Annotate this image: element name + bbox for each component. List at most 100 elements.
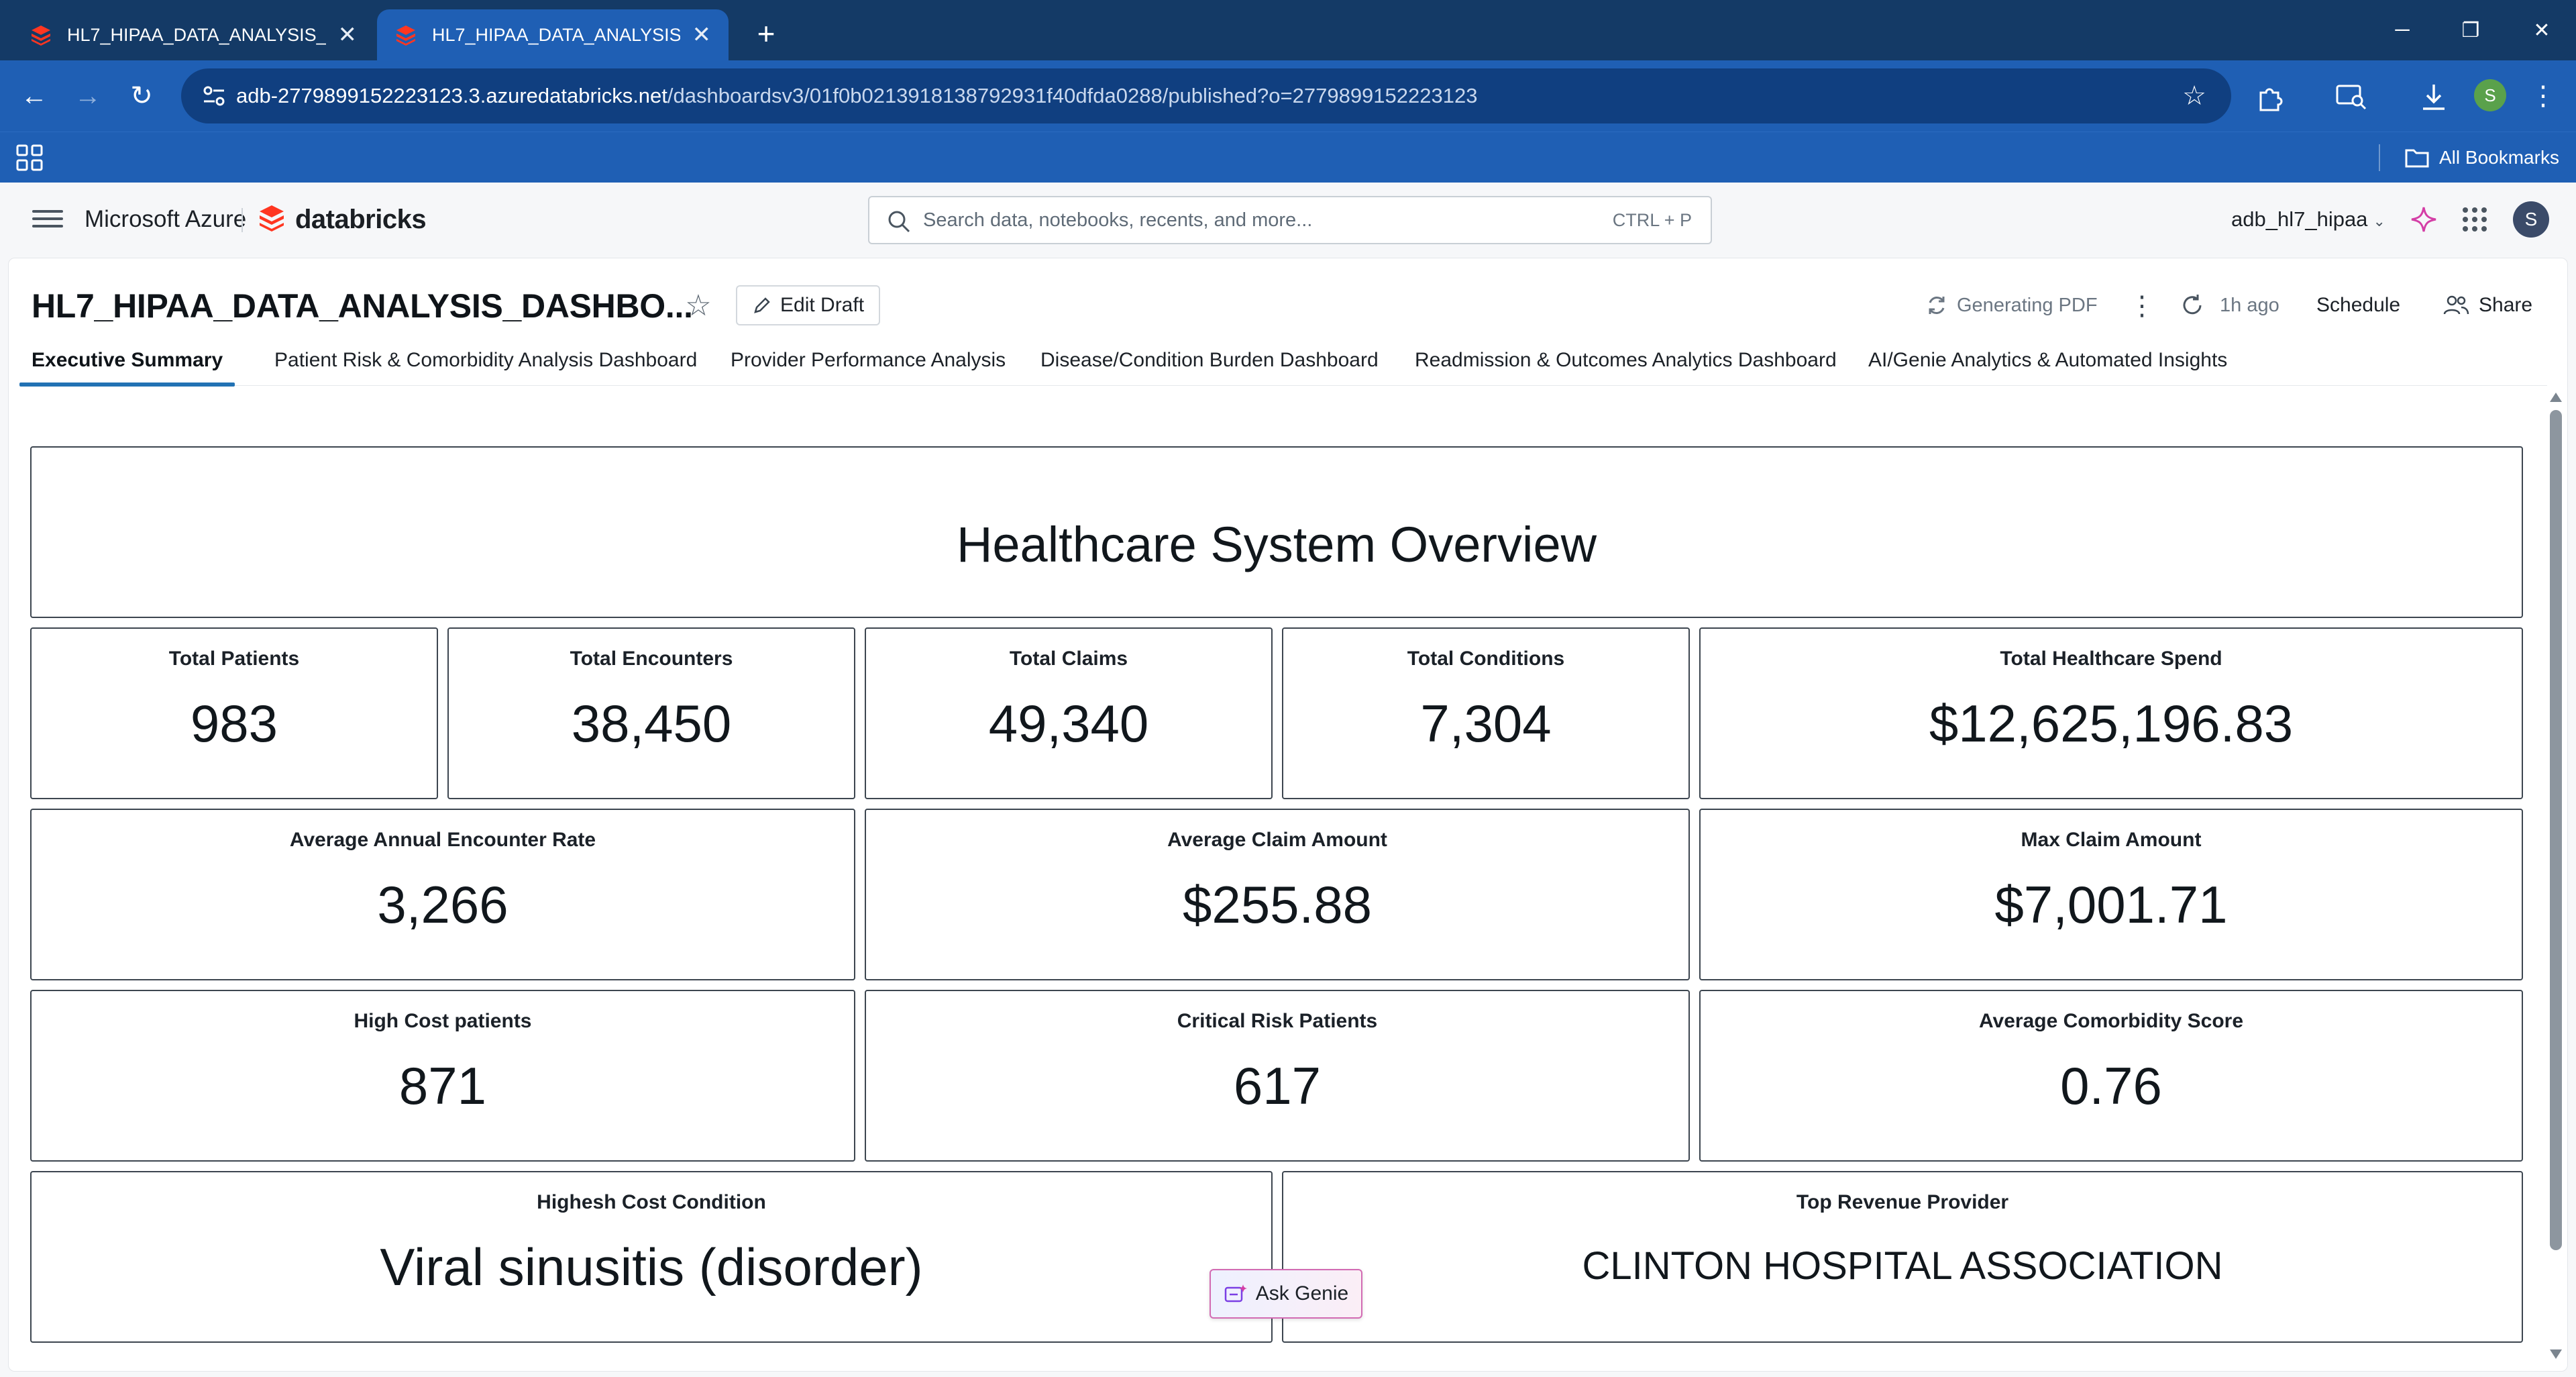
workspace-name: adb_hl7_hipaa [2231,207,2368,231]
kpi-value: 3,266 [377,875,508,934]
more-options-icon[interactable]: ⋮ [2129,287,2155,325]
workspace-switcher[interactable]: adb_hl7_hipaa ⌄ [2231,183,2385,256]
forward-icon[interactable]: → [67,75,109,117]
refresh-icon [2183,295,2202,315]
search-input[interactable] [923,197,1527,243]
restore-icon[interactable]: ❐ [2440,9,2501,51]
product-logo-text[interactable]: databricks [295,183,427,256]
scroll-up-arrow-icon[interactable] [2550,393,2562,402]
new-tab-button[interactable]: + [745,12,788,55]
generating-pdf-status: Generating PDF [1925,285,2098,325]
kpi-top-revenue-provider[interactable]: Top Revenue Provider CLINTON HOSPITAL AS… [1282,1171,2523,1343]
tab-readmission-outcomes[interactable]: Readmission & Outcomes Analytics Dashboa… [1415,342,1837,386]
ask-genie-button[interactable]: Ask Genie [1210,1269,1362,1319]
dashboard-canvas: HL7_HIPAA_DATA_ANALYSIS_DASHBO... ☆ Edit… [8,258,2568,1372]
kpi-value: CLINTON HOSPITAL ASSOCIATION [1582,1244,2223,1288]
kpi-value: 871 [398,1056,487,1115]
apps-launcher-icon[interactable] [2461,205,2489,234]
url-text: adb-2779899152223123.3.azuredatabricks.n… [236,68,1477,123]
site-info-icon[interactable] [199,81,229,111]
kpi-average-claim-amount[interactable]: Average Claim Amount $255.88 [865,809,1690,980]
tab-patient-risk[interactable]: Patient Risk & Comorbidity Analysis Dash… [274,342,697,386]
kpi-value: $7,001.71 [1994,875,2228,934]
kpi-average-annual-encounter-rate[interactable]: Average Annual Encounter Rate 3,266 [30,809,855,980]
kpi-critical-risk-patients[interactable]: Critical Risk Patients 617 [865,990,1690,1162]
kpi-high-cost-patients[interactable]: High Cost patients 871 [30,990,855,1162]
share-label: Share [2479,294,2533,316]
header-divider [241,208,243,232]
browser-tab[interactable]: HL7_HIPAA_DATA_ANALYSIS_DASHBOARD ✕ [12,9,374,60]
search-icon [888,211,910,233]
share-people-icon [2443,295,2469,315]
browser-toolbar: ← → ↻ adb-2779899152223123.3.azuredatabr… [0,60,2576,132]
brand-label[interactable]: Microsoft Azure [85,183,246,256]
apps-grid-icon[interactable] [13,142,46,174]
databricks-logo-icon [260,205,284,232]
scroll-down-arrow-icon[interactable] [2550,1349,2562,1359]
all-bookmarks-button[interactable]: All Bookmarks [2404,132,2559,183]
kpi-highest-cost-condition[interactable]: Highesh Cost Condition Viral sinusitis (… [30,1171,1273,1343]
chevron-down-icon: ⌄ [2373,213,2385,230]
search-shortcut-hint: CTRL + P [1612,210,1692,230]
extensions-icon[interactable] [2254,81,2286,113]
reload-icon[interactable]: ↻ [121,75,162,117]
tab-provider-performance[interactable]: Provider Performance Analysis [731,342,1006,386]
bookmark-star-icon[interactable]: ☆ [2176,78,2212,114]
edit-draft-label: Edit Draft [780,294,865,316]
page-scrollbar[interactable] [2548,393,2563,1359]
url-host: adb-2779899152223123.3.azuredatabricks.n… [236,84,667,107]
address-bar[interactable]: adb-2779899152223123.3.azuredatabricks.n… [181,68,2231,123]
edit-draft-button[interactable]: Edit Draft [736,285,881,325]
refresh-button[interactable]: 1h ago [2180,285,2279,325]
kpi-max-claim-amount[interactable]: Max Claim Amount $7,001.71 [1699,809,2523,980]
scrollbar-thumb[interactable] [2550,410,2562,1250]
close-window-icon[interactable]: ✕ [2512,9,2572,51]
kpi-total-conditions[interactable]: Total Conditions 7,304 [1282,627,1690,799]
kpi-label: Highesh Cost Condition [537,1191,766,1213]
kpi-average-comorbidity-score[interactable]: Average Comorbidity Score 0.76 [1699,990,2523,1162]
overview-title-widget: Healthcare System Overview [30,446,2523,618]
kpi-value: $255.88 [1183,875,1372,934]
kpi-total-patients[interactable]: Total Patients 983 [30,627,438,799]
share-button[interactable]: Share [2443,285,2532,325]
generating-pdf-label: Generating PDF [1957,294,2098,316]
minimize-icon[interactable]: ─ [2372,9,2432,51]
favorite-star-icon[interactable]: ☆ [682,289,714,322]
menu-icon[interactable] [32,205,63,235]
ask-genie-label: Ask Genie [1255,1282,1349,1305]
browser-tab-title: HL7_HIPAA_DATA_ANALYSIS_DASHBOARD [67,24,326,45]
browser-menu-icon[interactable]: ⋮ [2522,75,2564,117]
kpi-value: 49,340 [988,694,1149,753]
kpi-total-encounters[interactable]: Total Encounters 38,450 [447,627,855,799]
kpi-value: 617 [1233,1056,1322,1115]
kpi-total-healthcare-spend[interactable]: Total Healthcare Spend $12,625,196.83 [1699,627,2523,799]
kpi-label: Average Claim Amount [1167,829,1387,851]
tab-ai-genie-analytics[interactable]: AI/Genie Analytics & Automated Insights [1868,342,2227,386]
overview-title: Healthcare System Overview [956,517,1597,572]
cast-search-icon[interactable] [2334,81,2368,113]
back-icon[interactable]: ← [13,75,55,117]
dashboard-title: HL7_HIPAA_DATA_ANALYSIS_DASHBO... [32,287,693,325]
kpi-value: 983 [190,694,278,753]
browser-tab-title: HL7_HIPAA_DATA_ANALYSIS_DASHBOARD [432,24,680,45]
global-search[interactable]: CTRL + P [868,196,1712,244]
close-tab-icon[interactable]: ✕ [338,21,358,48]
kpi-label: Max Claim Amount [2021,829,2202,851]
bookmarks-divider [2379,144,2380,171]
close-tab-icon[interactable]: ✕ [692,21,712,48]
download-icon[interactable] [2418,81,2450,114]
browser-tab-active[interactable]: HL7_HIPAA_DATA_ANALYSIS_DASHBOARD ✕ [377,9,729,60]
databricks-icon [396,26,415,46]
assistant-sparkle-icon[interactable] [2408,204,2439,235]
schedule-label: Schedule [2316,294,2401,316]
schedule-button[interactable]: Schedule [2316,285,2400,325]
tab-disease-burden[interactable]: Disease/Condition Burden Dashboard [1040,342,1379,386]
browser-profile-avatar[interactable]: S [2474,79,2506,111]
tab-executive-summary[interactable]: Executive Summary [19,342,235,387]
kpi-total-claims[interactable]: Total Claims 49,340 [865,627,1273,799]
user-avatar[interactable]: S [2513,201,2549,238]
kpi-value: Viral sinusitis (disorder) [380,1237,923,1296]
sync-icon [1929,297,1945,314]
dashboard-page-tabs: Executive Summary Patient Risk & Comorbi… [19,342,2547,387]
workspace-header: Microsoft Azure databricks CTRL + P adb_… [0,183,2576,256]
